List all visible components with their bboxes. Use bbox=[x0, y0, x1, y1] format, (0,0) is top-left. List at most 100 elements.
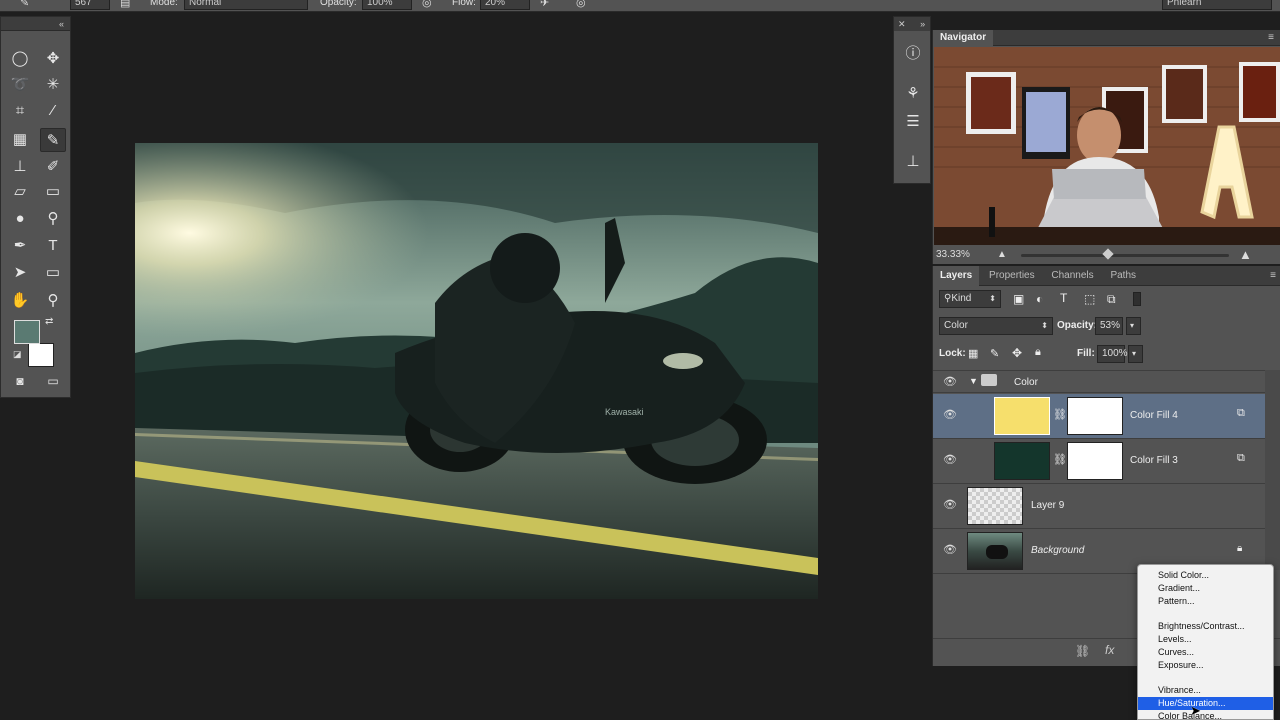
visibility-eye-icon[interactable]: 👁︎ bbox=[943, 375, 957, 389]
eyedropper-icon[interactable]: ⁄ bbox=[40, 99, 66, 123]
screen-mode-icon[interactable]: ▭ bbox=[40, 369, 66, 393]
menu-item-vibrance[interactable]: Vibrance... bbox=[1138, 684, 1273, 697]
menu-item-gradient[interactable]: Gradient... bbox=[1138, 582, 1273, 595]
workspace-dropdown[interactable]: Phlearn bbox=[1162, 0, 1272, 10]
layer-row-color-fill-4[interactable]: 👁︎ ⛓︎ Color Fill 4 ⧉ bbox=[933, 394, 1265, 439]
quick-mask-icon[interactable]: ◙ bbox=[7, 369, 33, 393]
menu-item-hue-saturation[interactable]: Hue/Saturation... bbox=[1138, 697, 1273, 710]
pressure-size-icon[interactable]: ◎ bbox=[576, 0, 586, 9]
menu-item-brightness-contrast[interactable]: Brightness/Contrast... bbox=[1138, 620, 1273, 633]
opacity-slider-button[interactable]: ▾ bbox=[1126, 317, 1141, 335]
dodge-icon[interactable]: ⚲ bbox=[40, 207, 66, 231]
layer-name[interactable]: Background bbox=[1031, 545, 1084, 556]
fill-thumbnail[interactable] bbox=[994, 442, 1050, 480]
smart-filter-icon[interactable]: ⧉ bbox=[1237, 407, 1245, 420]
menu-item-solid-color[interactable]: Solid Color... bbox=[1138, 569, 1273, 582]
filter-pixel-icon[interactable]: ▣ bbox=[1013, 292, 1024, 306]
history-brush-icon[interactable]: ✐ bbox=[40, 155, 66, 179]
filter-shape-icon[interactable]: ⬚ bbox=[1084, 292, 1095, 306]
fill-field[interactable]: 100% bbox=[1097, 345, 1128, 363]
visibility-eye-icon[interactable]: 👁︎ bbox=[943, 498, 957, 512]
tab-layers[interactable]: Layers bbox=[933, 266, 980, 286]
crop-icon[interactable]: ⌗ bbox=[7, 99, 33, 123]
layers-panel-menu-icon[interactable]: ≡ bbox=[1270, 266, 1276, 286]
background-color-swatch[interactable] bbox=[28, 343, 54, 367]
brush-panel-icon[interactable]: ▤ bbox=[120, 0, 130, 9]
move-tool-icon[interactable]: ✥ bbox=[40, 47, 66, 71]
opacity-field[interactable]: 53% bbox=[1095, 317, 1123, 335]
group-name[interactable]: Color bbox=[1014, 377, 1038, 388]
link-layers-icon[interactable]: ⛓︎ bbox=[1075, 644, 1090, 658]
airbrush-icon[interactable]: ✈ bbox=[540, 0, 549, 9]
foreground-color-swatch[interactable] bbox=[14, 320, 40, 344]
zoom-slider[interactable] bbox=[1021, 248, 1229, 260]
visibility-eye-icon[interactable]: 👁︎ bbox=[943, 453, 957, 467]
clone-source-icon[interactable]: ⊥ bbox=[902, 151, 924, 173]
filter-adjustment-icon[interactable]: ◐ bbox=[1036, 292, 1043, 306]
tab-properties[interactable]: Properties bbox=[982, 266, 1042, 282]
rectangle-tool-icon[interactable]: ▭ bbox=[40, 261, 66, 285]
menu-item-pattern[interactable]: Pattern... bbox=[1138, 595, 1273, 608]
blur-icon[interactable]: ● bbox=[7, 207, 33, 231]
mode-dropdown[interactable]: Normal bbox=[184, 0, 308, 10]
pressure-opacity-icon[interactable]: ◎ bbox=[422, 0, 432, 9]
panel-menu-icon[interactable]: ≡ bbox=[1268, 30, 1274, 46]
menu-item-color-balance[interactable]: Color Balance... bbox=[1138, 710, 1273, 720]
smart-filter-icon[interactable]: ⧉ bbox=[1237, 452, 1245, 465]
brush-size-field[interactable]: 567 bbox=[70, 0, 110, 10]
brush-presets-icon[interactable]: ⚘ bbox=[902, 83, 924, 105]
lock-transparent-icon[interactable]: ▦ bbox=[968, 347, 978, 360]
hand-tool-icon[interactable]: ✋ bbox=[7, 289, 33, 313]
eraser-icon[interactable]: ▱ bbox=[7, 180, 33, 204]
lasso-icon[interactable]: ➰ bbox=[7, 73, 33, 97]
close-icon[interactable]: ✕ bbox=[898, 19, 906, 29]
collapse-icon[interactable]: « bbox=[59, 19, 64, 29]
zoom-slider-handle[interactable] bbox=[1102, 248, 1115, 260]
document-canvas[interactable]: Kawasaki bbox=[135, 143, 818, 599]
filter-toggle[interactable] bbox=[1133, 292, 1141, 306]
link-chain-icon[interactable]: ⛓︎ bbox=[1053, 453, 1067, 466]
path-selection-icon[interactable]: ➤ bbox=[7, 261, 33, 285]
tab-paths[interactable]: Paths bbox=[1103, 266, 1143, 282]
brush-preset-icon[interactable]: ✎ bbox=[20, 0, 29, 9]
zoom-in-icon[interactable]: ▲ bbox=[1239, 245, 1252, 264]
filter-smart-object-icon[interactable]: ⧉ bbox=[1107, 292, 1116, 307]
info-icon[interactable]: ⓘ bbox=[902, 43, 924, 65]
expand-icon[interactable]: » bbox=[920, 19, 925, 29]
adjustments-icon[interactable]: ☰ bbox=[902, 111, 924, 133]
menu-item-exposure[interactable]: Exposure... bbox=[1138, 659, 1273, 672]
flow-field[interactable]: 20% bbox=[480, 0, 530, 10]
mask-thumbnail[interactable] bbox=[1067, 442, 1123, 480]
visibility-eye-icon[interactable]: 👁︎ bbox=[943, 408, 957, 422]
zoom-tool-icon[interactable]: ⚲ bbox=[40, 289, 66, 313]
tab-navigator[interactable]: Navigator bbox=[933, 30, 994, 46]
navigator-preview[interactable] bbox=[934, 47, 1280, 245]
blend-mode-dropdown[interactable]: Color ⬍ bbox=[939, 317, 1053, 335]
link-chain-icon[interactable]: ⛓︎ bbox=[1053, 408, 1067, 421]
layer-row-color-fill-3[interactable]: 👁︎ ⛓︎ Color Fill 3 ⧉ bbox=[933, 439, 1265, 484]
transparent-thumbnail[interactable] bbox=[967, 487, 1023, 525]
gradient-icon[interactable]: ▭ bbox=[40, 180, 66, 204]
healing-brush-icon[interactable]: ▦ bbox=[7, 128, 33, 152]
image-thumbnail[interactable] bbox=[967, 532, 1023, 570]
layer-row-layer-9[interactable]: 👁︎ Layer 9 bbox=[933, 484, 1265, 529]
toolbox-header[interactable]: « bbox=[1, 17, 70, 31]
layers-scrollbar[interactable] bbox=[1265, 370, 1280, 570]
fill-thumbnail[interactable] bbox=[994, 397, 1050, 435]
default-colors-icon[interactable]: ◪ bbox=[13, 349, 22, 360]
swap-colors-icon[interactable]: ⇄ bbox=[45, 316, 53, 327]
elliptical-marquee-icon[interactable]: ◯ bbox=[7, 47, 33, 71]
brush-tool-icon[interactable]: ✎ bbox=[40, 128, 66, 152]
fx-icon[interactable]: fx bbox=[1105, 643, 1114, 657]
tab-channels[interactable]: Channels bbox=[1044, 266, 1100, 282]
layer-name[interactable]: Color Fill 3 bbox=[1130, 455, 1178, 466]
layer-name[interactable]: Color Fill 4 bbox=[1130, 410, 1178, 421]
lock-pixels-icon[interactable]: ✎ bbox=[990, 347, 999, 360]
filter-type-icon[interactable]: T bbox=[1060, 291, 1067, 305]
filter-kind-dropdown[interactable]: ⚲Kind ⬍ bbox=[939, 290, 1001, 308]
zoom-out-icon[interactable]: ▲ bbox=[997, 245, 1007, 264]
mask-thumbnail[interactable] bbox=[1067, 397, 1123, 435]
visibility-eye-icon[interactable]: 👁︎ bbox=[943, 543, 957, 557]
opacity-field[interactable]: 100% bbox=[362, 0, 412, 10]
clone-stamp-icon[interactable]: ⊥ bbox=[7, 155, 33, 179]
